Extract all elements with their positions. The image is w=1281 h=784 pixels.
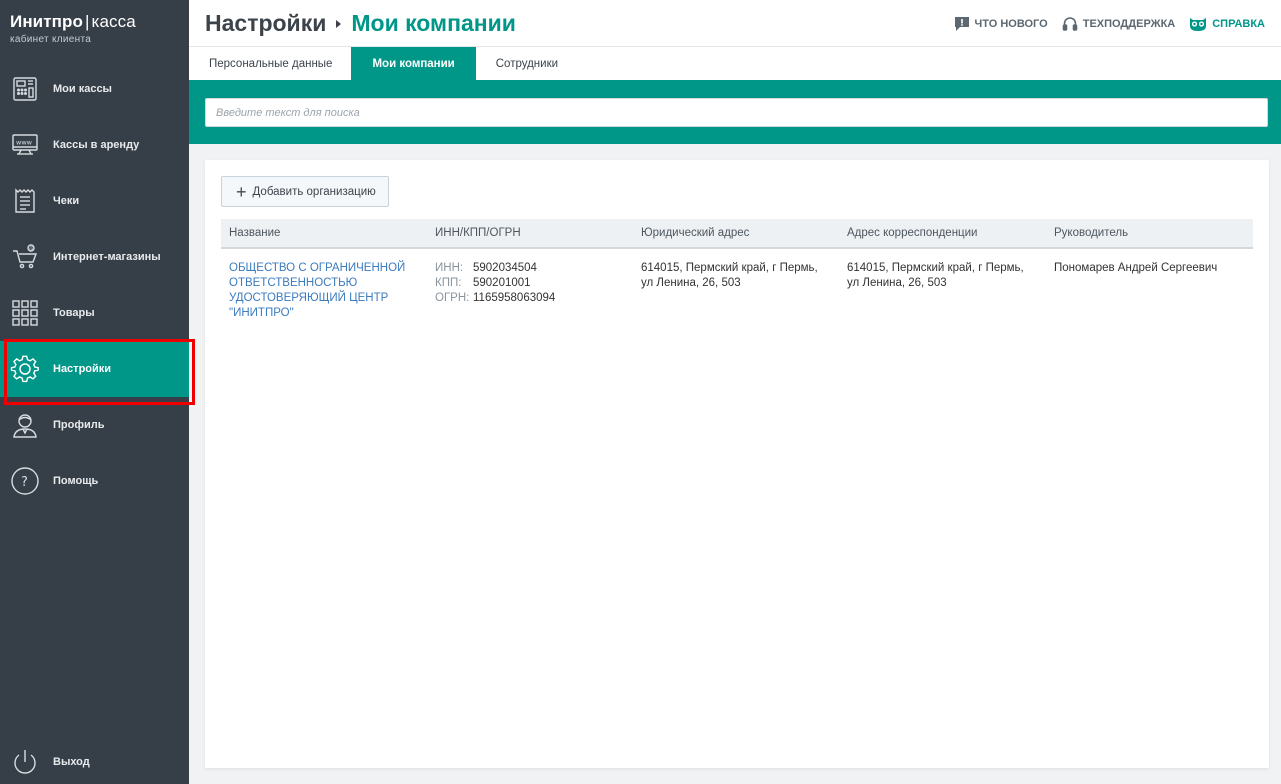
kpp-value: 590201001: [473, 277, 531, 289]
sidebar-nav: Мои кассы www Кассы в аренду Чеки @ Инте…: [0, 61, 195, 509]
news-icon: [954, 17, 969, 31]
add-organization-button[interactable]: + Добавить организацию: [221, 176, 389, 207]
column-header-postal-address[interactable]: Адрес корреспонденции: [839, 219, 1046, 248]
page-title: Мои компании: [351, 10, 516, 36]
cell-director: Пономарев Андрей Сергеевич: [1054, 262, 1218, 274]
www-terminal-icon: www: [10, 130, 40, 160]
column-header-inn[interactable]: ИНН/КПП/ОГРН: [427, 219, 633, 248]
table-row[interactable]: ОБЩЕСТВО С ОГРАНИЧЕННОЙ ОТВЕТСТВЕННОСТЬЮ…: [221, 248, 1253, 329]
help-link[interactable]: Справка: [1189, 16, 1265, 32]
tab-personal-data[interactable]: Персональные данные: [199, 47, 342, 80]
ogrn-row: ОГРН: 1165958063094: [435, 291, 625, 306]
sidebar-item-label: Кассы в аренду: [53, 139, 140, 151]
breadcrumb-root[interactable]: Настройки: [205, 10, 326, 37]
gear-icon: [10, 354, 40, 384]
sidebar-item-label: Чеки: [53, 195, 80, 207]
whats-new-label: Что нового: [974, 18, 1048, 30]
cell-inn-kpp-ogrn: ИНН: 5902034504 КПП: 590201001 ОГРН: 116595…: [427, 248, 633, 329]
help-icon: ?: [10, 466, 40, 496]
svg-text:@: @: [29, 246, 34, 252]
logout-button[interactable]: Выход: [0, 746, 189, 778]
inn-value: 5902034504: [473, 262, 537, 274]
cash-register-icon: [10, 74, 40, 104]
search-bar: [189, 80, 1281, 144]
whats-new-link[interactable]: Что нового: [954, 16, 1048, 32]
grid-icon: [10, 298, 40, 328]
ogrn-value: 1165958063094: [473, 292, 556, 304]
column-header-name[interactable]: Название: [221, 219, 427, 248]
add-organization-label: Добавить организацию: [252, 185, 376, 198]
support-link[interactable]: Техподдержка: [1062, 16, 1176, 32]
sidebar-item-settings[interactable]: Настройки: [0, 339, 195, 405]
cell-legal-address: 614015, Пермский край, г Пермь, ул Ленин…: [641, 262, 818, 289]
inn-label: ИНН:: [435, 262, 464, 274]
companies-card: + Добавить организацию Название ИНН/КПП/…: [205, 160, 1269, 768]
tab-bar: Персональные данные Мои компании Сотрудн…: [189, 47, 1281, 80]
svg-text:www: www: [16, 139, 33, 147]
app-name-bold: Инитпро: [10, 12, 83, 31]
app-subtitle: кабинет клиента: [10, 34, 92, 45]
help-label: Справка: [1212, 18, 1265, 30]
companies-table: Название ИНН/КПП/ОГРН Юридический адрес …: [221, 219, 1253, 329]
sidebar-item-label: Настройки: [53, 363, 112, 375]
inn-row: ИНН: 5902034504: [435, 261, 625, 276]
cell-postal-address: 614015, Пермский край, г Пермь, ул Ленин…: [847, 262, 1024, 289]
sidebar: Инитпро | касса кабинет клиента Мои кассы …: [0, 0, 195, 784]
app-name-thin: касса: [91, 12, 136, 31]
ogrn-label: ОГРН:: [435, 292, 470, 304]
kpp-label: КПП:: [435, 277, 462, 289]
kpp-row: КПП: 590201001: [435, 276, 625, 291]
breadcrumb: Настройки Мои компании: [205, 10, 516, 37]
headset-icon: [1062, 17, 1078, 31]
breadcrumb-arrow-icon: [336, 19, 342, 28]
cart-icon: @: [10, 242, 40, 272]
app-title: Инитпро | касса: [10, 12, 179, 32]
sidebar-item-help[interactable]: ? Помощь: [0, 453, 189, 509]
sidebar-item-label: Мои кассы: [53, 83, 112, 95]
sidebar-item-receipts[interactable]: Чеки: [0, 173, 189, 229]
sidebar-item-label: Интернет-магазины: [53, 251, 161, 263]
user-icon: [10, 410, 40, 440]
sidebar-item-label: Товары: [53, 307, 95, 319]
power-icon: [10, 747, 40, 777]
header-links: Что нового Техподдержка Справка: [940, 16, 1265, 32]
company-name-link[interactable]: ОБЩЕСТВО С ОГРАНИЧЕННОЙ ОТВЕТСТВЕННОСТЬЮ…: [229, 261, 409, 321]
svg-text:?: ?: [21, 475, 28, 490]
search-input[interactable]: [205, 98, 1268, 127]
sidebar-item-label: Помощь: [53, 475, 99, 487]
sidebar-item-my-registers[interactable]: Мои кассы: [0, 61, 189, 117]
page-header: Настройки Мои компании Что нового Техпод…: [189, 0, 1281, 47]
support-label: Техподдержка: [1082, 18, 1176, 30]
cell-company-name: ОБЩЕСТВО С ОГРАНИЧЕННОЙ ОТВЕТСТВЕННОСТЬЮ…: [221, 248, 427, 329]
tab-my-companies[interactable]: Мои компании: [351, 47, 476, 80]
app-name-separator: |: [85, 12, 90, 31]
tab-employees[interactable]: Сотрудники: [486, 47, 568, 80]
app-logo[interactable]: Инитпро | касса кабинет клиента: [0, 0, 189, 60]
sidebar-item-online-shops[interactable]: @ Интернет-магазины: [0, 229, 189, 285]
sidebar-item-label: Профиль: [53, 419, 105, 431]
column-header-director[interactable]: Руководитель: [1046, 219, 1253, 248]
plus-icon: +: [236, 181, 247, 202]
sidebar-item-rental-registers[interactable]: www Кассы в аренду: [0, 117, 189, 173]
logout-label: Выход: [53, 756, 90, 768]
sidebar-item-products[interactable]: Товары: [0, 285, 189, 341]
column-header-legal-address[interactable]: Юридический адрес: [633, 219, 839, 248]
table-header-row: Название ИНН/КПП/ОГРН Юридический адрес …: [221, 219, 1253, 248]
owl-icon: [1190, 18, 1207, 31]
receipt-icon: [10, 186, 40, 216]
sidebar-item-profile[interactable]: Профиль: [0, 397, 189, 453]
